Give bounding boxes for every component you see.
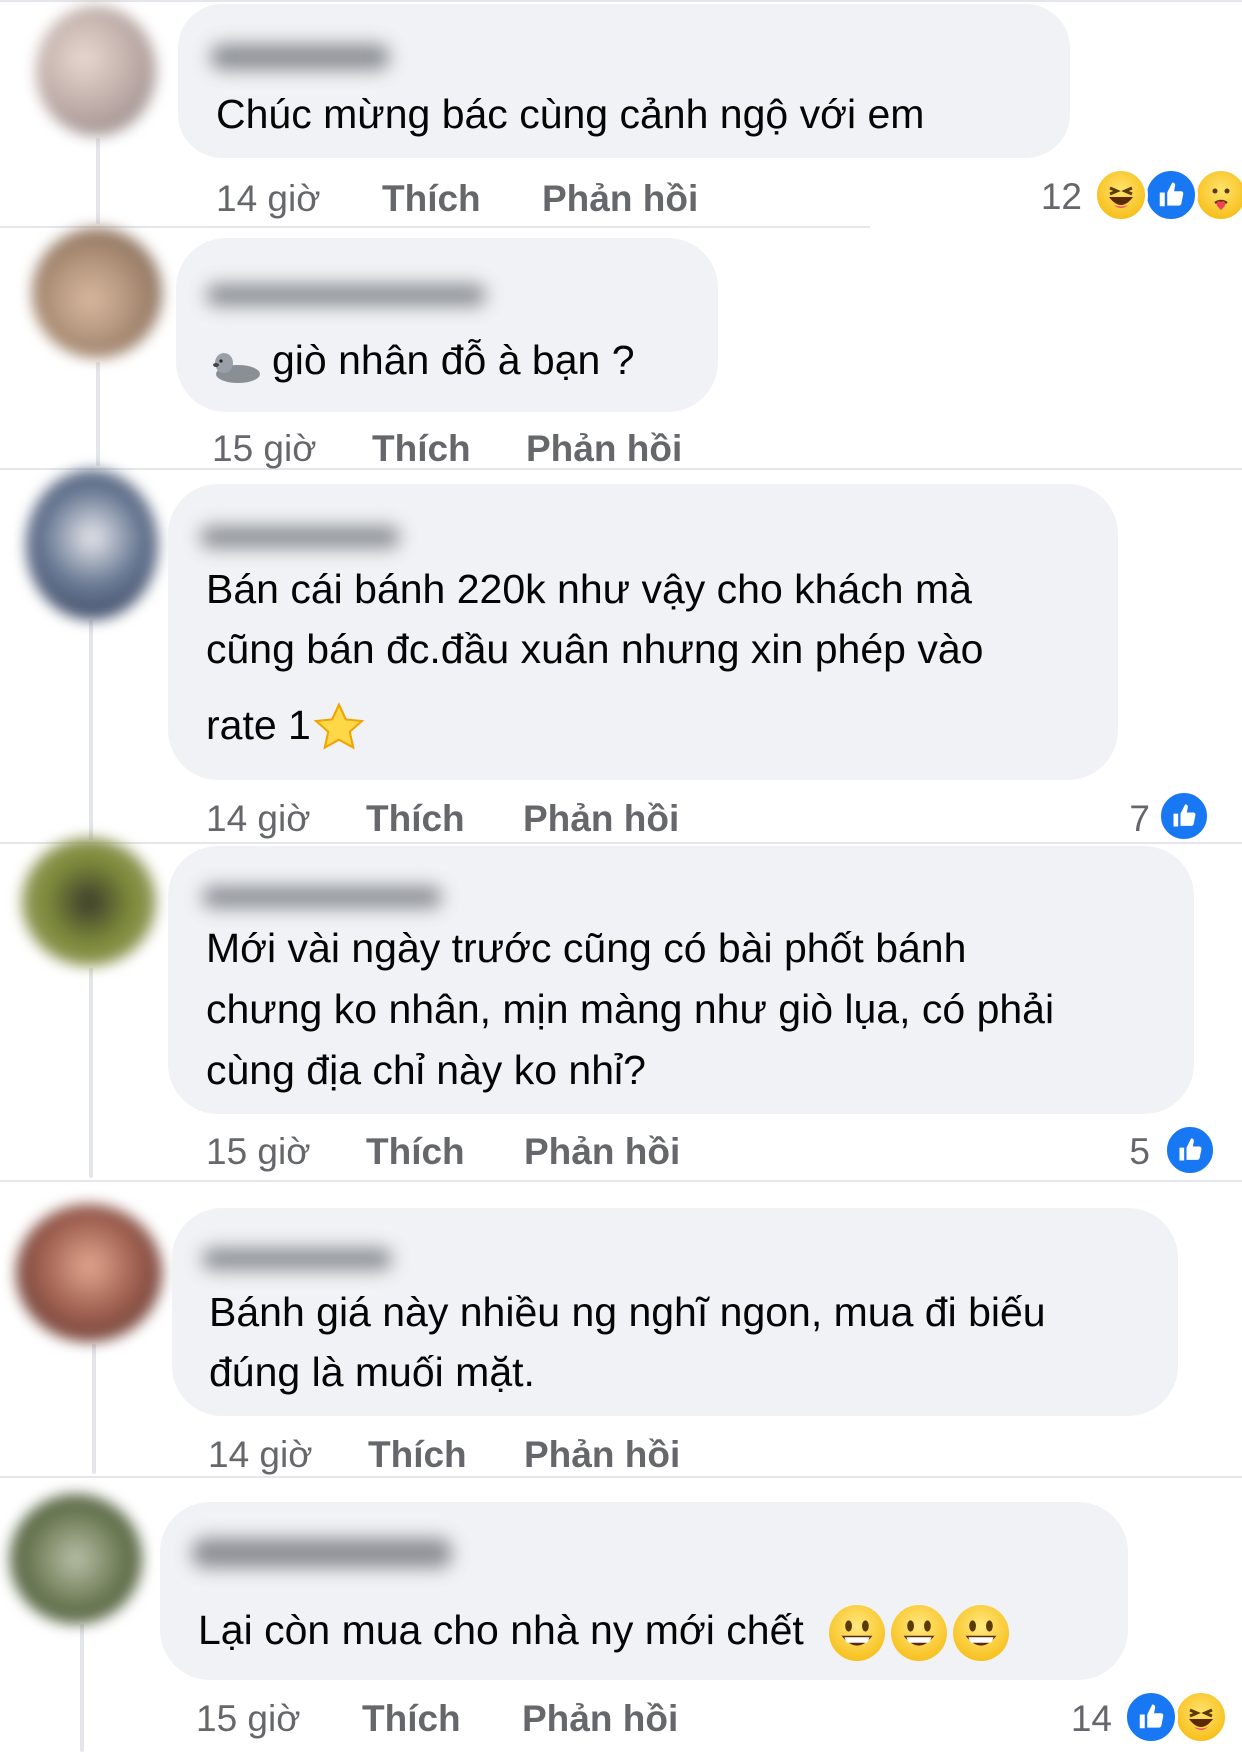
avatar[interactable] [36,6,156,136]
author-name-blurred[interactable] [192,1538,452,1568]
like-button[interactable]: Thích [366,798,465,840]
comment-text: Lại còn mua cho nhà ny mới chết [198,1600,1010,1662]
author-name-blurred[interactable] [202,1248,392,1270]
reply-button[interactable]: Phản hồi [522,1698,678,1740]
timestamp[interactable]: 14 giờ [216,178,321,220]
avatar[interactable] [26,470,158,620]
timestamp[interactable]: 14 giờ [208,1434,313,1476]
like-icon[interactable] [1144,168,1198,222]
like-button[interactable]: Thích [366,1131,465,1173]
comment-text: Chúc mừng bác cùng cảnh ngộ với em [216,91,925,137]
comment-text: cũng bán đc.đầu xuân nhưng xin phép vào [206,626,984,672]
comment-text: cùng địa chỉ này ko nhỉ? [206,1047,646,1093]
star-icon [311,700,367,756]
thread-line [89,620,93,840]
reply-button[interactable]: Phản hồi [526,428,682,470]
reply-button[interactable]: Phản hồi [542,178,698,220]
avatar[interactable] [32,228,162,358]
timestamp[interactable]: 15 giờ [196,1698,301,1740]
like-button[interactable]: Thích [372,428,471,470]
thread-line [80,1624,84,1752]
like-button[interactable]: Thích [362,1698,461,1740]
seal-icon [210,343,262,384]
like-icon[interactable] [1164,1124,1216,1176]
thread-line [89,968,93,1178]
thread-line [96,138,100,224]
like-icon[interactable] [1124,1690,1178,1744]
divider [0,1476,1242,1478]
reply-button[interactable]: Phản hồi [524,1131,680,1173]
author-name-blurred[interactable] [210,44,390,70]
thread-line [96,362,100,466]
reaction-count[interactable]: 14 [1052,1698,1112,1740]
reaction-count[interactable]: 7 [1110,798,1150,840]
avatar[interactable] [22,838,156,966]
smiley-icon [829,1605,886,1662]
timestamp[interactable]: 14 giờ [206,798,311,840]
timestamp[interactable]: 15 giờ [212,428,317,470]
comment-text: Bánh giá này nhiều ng nghĩ ngon, mua đi … [209,1289,1046,1335]
divider [0,226,870,228]
divider [0,0,1242,2]
comment-text: giò nhân đỗ à bạn ? [210,330,635,390]
comment-text: Bán cái bánh 220k như vậy cho khách mà [206,566,972,612]
divider [0,842,1242,844]
thread-line [92,1344,96,1474]
reply-button[interactable]: Phản hồi [524,1434,680,1476]
care-icon[interactable] [1194,168,1242,222]
haha-icon[interactable] [1094,168,1148,222]
avatar[interactable] [10,1494,142,1624]
author-name-blurred[interactable] [206,284,486,306]
comment-text: chưng ko nhân, mịn màng như giò lụa, có … [206,986,1055,1032]
timestamp[interactable]: 15 giờ [206,1131,311,1173]
divider [0,1180,1242,1182]
author-name-blurred[interactable] [200,526,400,548]
author-name-blurred[interactable] [202,886,442,908]
smiley-icon [891,1605,948,1662]
reaction-count[interactable]: 12 [1016,176,1082,218]
comment-text: rate 1 [206,695,367,756]
like-icon[interactable] [1158,790,1210,842]
reaction-count[interactable]: 5 [1110,1131,1150,1173]
reply-button[interactable]: Phản hồi [523,798,679,840]
smiley-icon [953,1605,1010,1662]
comment-text: đúng là muối mặt. [209,1349,535,1395]
avatar[interactable] [16,1204,162,1342]
haha-icon[interactable] [1174,1690,1228,1744]
like-button[interactable]: Thích [382,178,481,220]
like-button[interactable]: Thích [368,1434,467,1476]
comment-text: Mới vài ngày trước cũng có bài phốt bánh [206,925,967,971]
